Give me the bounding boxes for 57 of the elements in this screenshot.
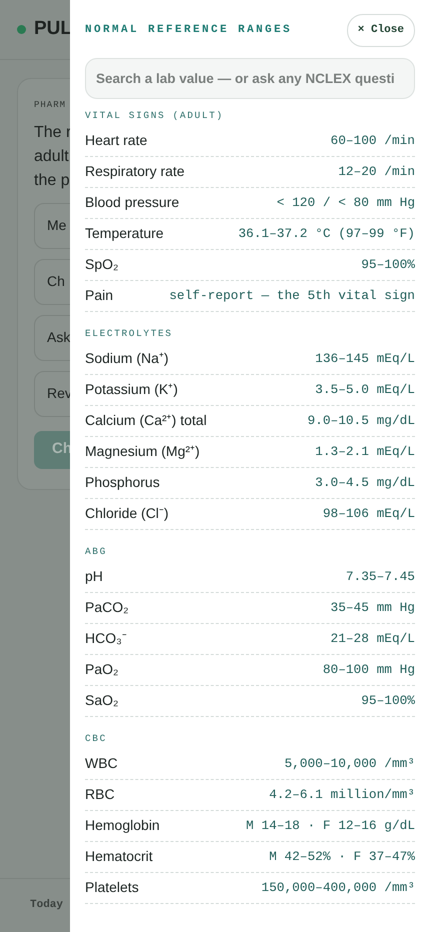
range-value: 95–100% (361, 692, 415, 710)
section-heading: ELECTROLYTES (85, 327, 174, 342)
range-value: 5,000–10,000 /mm³ (284, 754, 415, 773)
search-field[interactable]: Search a lab value — or ask any NCLEX questi (85, 58, 415, 98)
close-button[interactable]: × Close (346, 14, 415, 46)
range-value: 1.3–2.1 mEq/L (315, 442, 415, 461)
range-label: PaO₂ (85, 660, 118, 679)
range-value: 136–145 mEq/L (315, 350, 415, 368)
range-value: 4.2–6.1 million/mm³ (269, 786, 415, 804)
range-label: RBC (85, 785, 115, 804)
drawer-title: NORMAL REFERENCE RANGES (85, 23, 292, 38)
question-text: the p (34, 170, 70, 190)
status-dot (17, 25, 26, 34)
range-label: Pain (85, 286, 114, 305)
range-label: Hemoglobin (85, 816, 160, 835)
question-text: adult (34, 146, 69, 166)
range-value: 98–106 mEq/L (322, 504, 415, 523)
range-value: 9.0–10.5 mg/dL (307, 412, 415, 430)
section-heading: VITAL SIGNS (ADULT) (85, 109, 225, 124)
range-label: SpO₂ (85, 255, 118, 274)
range-label: Respiratory rate (85, 162, 185, 181)
category-label: PHARM (34, 99, 66, 112)
range-value: 36.1–37.2 °C (97–99 °F) (238, 224, 415, 243)
range-label: HCO₃⁻ (85, 629, 127, 648)
range-value: 3.0–4.5 mg/dL (315, 474, 415, 492)
range-label: Blood pressure (85, 193, 180, 212)
range-label: Hematocrit (85, 847, 153, 866)
range-label: Platelets (85, 878, 139, 897)
range-label: Sodium (Na⁺) (85, 349, 169, 368)
range-label: Phosphorus (85, 473, 160, 492)
range-value: < 120 / < 80 mm Hg (276, 194, 415, 212)
range-value: 12–20 /min (338, 162, 415, 181)
range-value: M 42–52% · F 37–47% (269, 848, 415, 866)
range-value: 80–100 mm Hg (322, 660, 415, 679)
range-value: 7.35–7.45 (346, 568, 415, 586)
range-value: 21–28 mEq/L (330, 630, 415, 648)
range-value: M 14–18 · F 12–16 g/dL (246, 816, 415, 835)
footer-label: Today (30, 898, 64, 914)
range-value: 35–45 mm Hg (330, 598, 415, 617)
range-value: 95–100% (361, 256, 415, 274)
range-value: 60–100 /min (330, 132, 415, 150)
range-label: Magnesium (Mg²⁺) (85, 442, 200, 461)
range-value: 150,000–400,000 /mm³ (261, 878, 415, 897)
section-heading: ABG (85, 545, 108, 560)
range-label: Heart rate (85, 131, 148, 150)
app-title: PUL (34, 17, 72, 42)
range-value: self-report — the 5th vital sign (169, 286, 415, 305)
range-label: Potassium (K⁺) (85, 380, 178, 399)
range-label: PaCO₂ (85, 598, 129, 617)
range-label: Calcium (Ca²⁺) total (85, 411, 207, 430)
range-label: Chloride (Cl⁻) (85, 504, 169, 523)
range-label: Temperature (85, 224, 164, 243)
range-value: 3.5–5.0 mEq/L (315, 380, 415, 399)
range-label: SaO₂ (85, 691, 118, 710)
range-label: pH (85, 567, 103, 586)
range-label: WBC (85, 754, 118, 773)
section-heading: CBC (85, 732, 108, 746)
